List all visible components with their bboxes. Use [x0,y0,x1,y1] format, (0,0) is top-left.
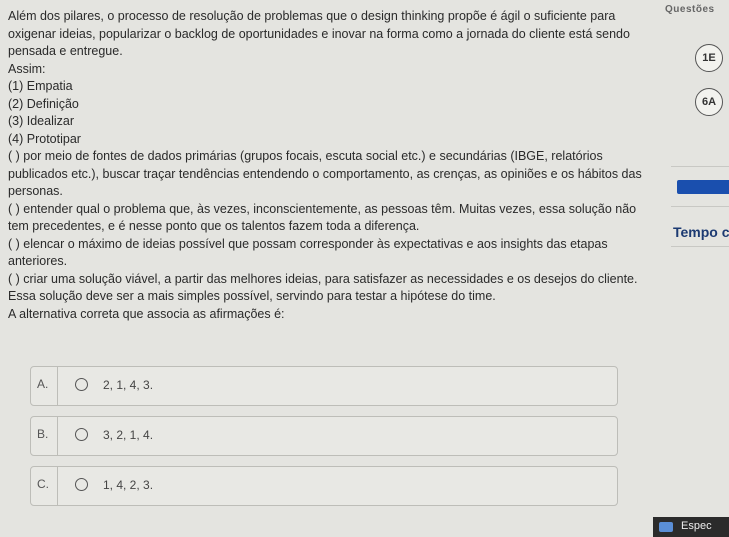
option-c[interactable]: C. 1, 4, 2, 3. [30,466,618,506]
radio-icon[interactable] [75,478,88,491]
option-divider [57,467,58,505]
app-icon[interactable] [659,522,673,532]
question-panel: Além dos pilares, o processo de resoluçã… [8,8,648,323]
step-2: (2) Definição [8,96,79,111]
step-1: (1) Empatia [8,79,73,93]
answer-options: A. 2, 1, 4, 3. B. 3, 2, 1, 4. C. 1, 4, 2… [30,366,618,516]
statement-4: ( ) criar uma solução viável, a partir d… [8,271,638,304]
sidebar-title: Questões [665,4,715,15]
option-text: 2, 1, 4, 3. [103,378,154,392]
option-a[interactable]: A. 2, 1, 4, 3. [30,366,618,406]
step-4: (4) Prototipar [8,131,81,146]
question-badge-1e[interactable]: 1E [695,44,723,72]
question-prompt: A alternativa correta que associa as afi… [8,306,285,321]
progress-bar [677,180,729,194]
option-letter: A. [37,377,49,391]
statement-1: ( ) por meio de fontes de dados primária… [8,149,642,198]
statement-2: ( ) entender qual o problema que, às vez… [8,201,637,234]
questions-sidebar: Questões 1E 6A Tempo c [655,0,729,537]
option-text: 3, 2, 1, 4. [103,428,154,442]
radio-icon[interactable] [75,428,88,441]
option-letter: C. [37,477,49,491]
option-divider [57,367,58,405]
question-intro: Além dos pilares, o processo de resoluçã… [8,9,630,58]
step-3: (3) Idealizar [8,114,74,128]
radio-icon[interactable] [75,378,88,391]
tempo-label: Tempo c [673,224,729,240]
statement-3: ( ) elencar o máximo de ideias possível … [8,236,608,269]
sidebar-divider [671,166,729,167]
sidebar-divider [671,246,729,247]
sidebar-divider [671,206,729,207]
taskbar: Espec [653,517,729,537]
assim-label: Assim: [8,61,46,76]
question-badge-6a[interactable]: 6A [695,88,723,116]
option-b[interactable]: B. 3, 2, 1, 4. [30,416,618,456]
taskbar-label[interactable]: Espec [681,520,712,532]
option-letter: B. [37,427,49,441]
option-text: 1, 4, 2, 3. [103,478,154,492]
option-divider [57,417,58,455]
